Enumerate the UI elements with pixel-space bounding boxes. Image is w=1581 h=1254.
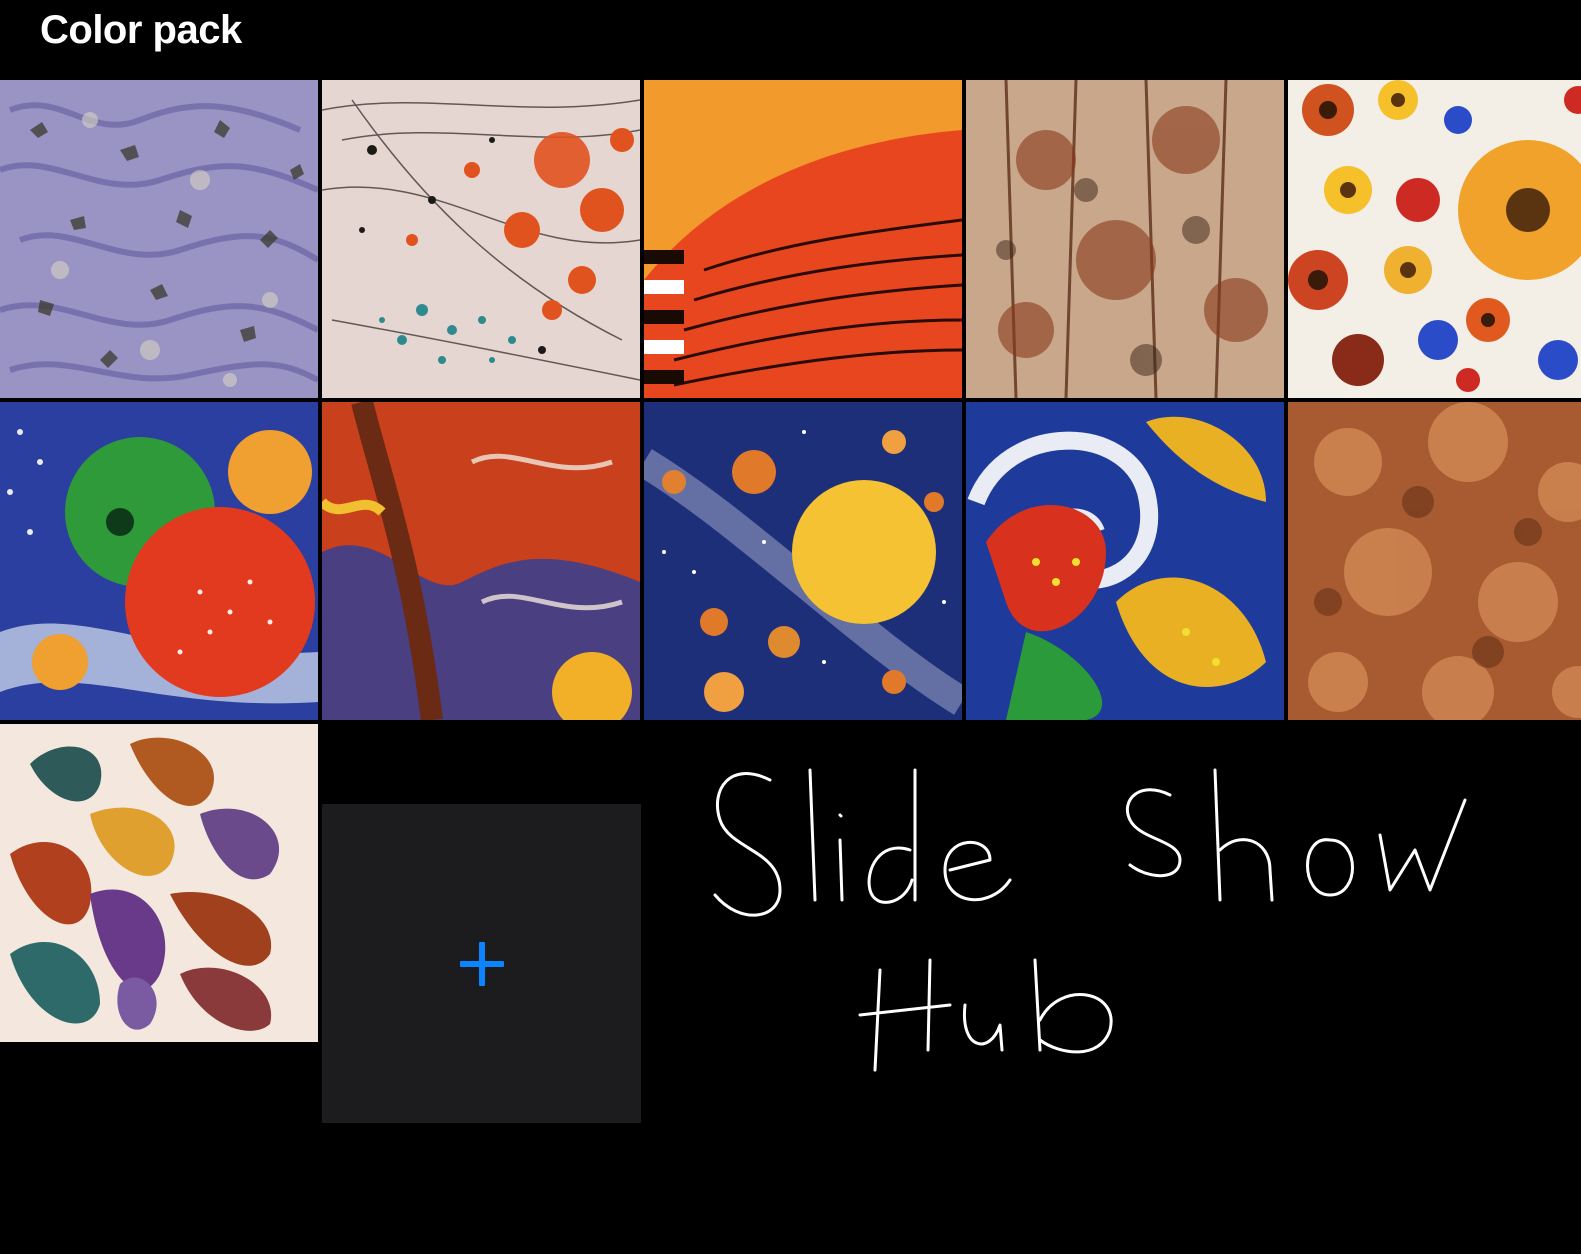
handwritten-note: Slide Show Hub bbox=[690, 750, 1510, 1090]
add-artwork-button[interactable] bbox=[322, 804, 641, 1123]
artwork-thumbnail-1 bbox=[0, 80, 318, 398]
artwork-thumbnail-11 bbox=[0, 724, 318, 1042]
artwork-thumbnail-4 bbox=[966, 80, 1284, 398]
artwork-thumbnail-8 bbox=[644, 402, 962, 720]
artwork-tile-9[interactable] bbox=[966, 402, 1284, 720]
artwork-tile-8[interactable] bbox=[644, 402, 962, 720]
artwork-thumbnail-3 bbox=[644, 80, 962, 398]
artwork-thumbnail-7 bbox=[322, 402, 640, 720]
artwork-thumbnail-5 bbox=[1288, 80, 1581, 398]
artwork-tile-11[interactable] bbox=[0, 724, 318, 1042]
artwork-thumbnail-2 bbox=[322, 80, 640, 398]
handwriting-drawing bbox=[713, 768, 1467, 1072]
artwork-tile-6[interactable] bbox=[0, 402, 318, 720]
artwork-tile-5[interactable] bbox=[1288, 80, 1581, 398]
artwork-thumbnail-9 bbox=[966, 402, 1284, 720]
artwork-grid: Slide Show Hub bbox=[0, 80, 1581, 1123]
artwork-tile-7[interactable] bbox=[322, 402, 640, 720]
artwork-tile-3[interactable] bbox=[644, 80, 962, 398]
artwork-tile-1[interactable] bbox=[0, 80, 318, 398]
artwork-tile-4[interactable] bbox=[966, 80, 1284, 398]
artwork-thumbnail-6 bbox=[0, 402, 318, 720]
artwork-tile-10[interactable] bbox=[1288, 402, 1581, 720]
plus-icon bbox=[459, 941, 504, 986]
page-title: Color pack bbox=[40, 8, 242, 52]
artwork-thumbnail-10 bbox=[1288, 402, 1581, 720]
artwork-tile-2[interactable] bbox=[322, 80, 640, 398]
